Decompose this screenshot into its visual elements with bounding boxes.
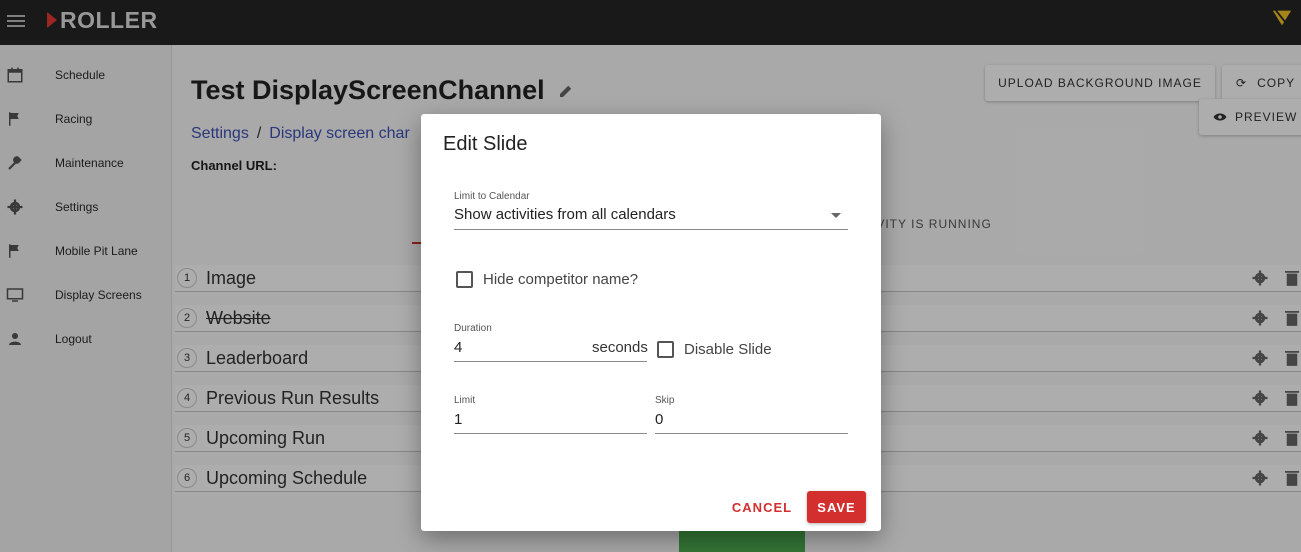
calendar-select[interactable]: Show activities from all calendars: [454, 206, 676, 223]
edit-slide-dialog: Edit Slide Limit to Calendar Show activi…: [421, 114, 881, 531]
limit-underline: [454, 433, 647, 434]
limit-input[interactable]: 1: [454, 411, 462, 428]
calendar-select-label: Limit to Calendar: [454, 191, 530, 202]
duration-underline: [454, 361, 647, 362]
calendar-select-underline: [454, 229, 848, 230]
disable-slide-label: Disable Slide: [684, 341, 772, 358]
disable-slide-checkbox[interactable]: [657, 341, 674, 358]
duration-label: Duration: [454, 323, 492, 334]
cancel-button[interactable]: CANCEL: [728, 491, 796, 523]
limit-label: Limit: [454, 395, 476, 406]
dialog-title: Edit Slide: [443, 133, 528, 155]
skip-underline: [655, 433, 848, 434]
save-button[interactable]: SAVE: [807, 491, 866, 523]
duration-input[interactable]: 4: [454, 339, 462, 356]
duration-suffix: seconds: [592, 339, 648, 356]
hide-competitor-checkbox[interactable]: [456, 271, 473, 288]
skip-input[interactable]: 0: [655, 411, 663, 428]
skip-label: Skip: [655, 395, 675, 406]
hide-competitor-label: Hide competitor name?: [483, 271, 639, 288]
dropdown-arrow-icon[interactable]: [831, 213, 841, 218]
